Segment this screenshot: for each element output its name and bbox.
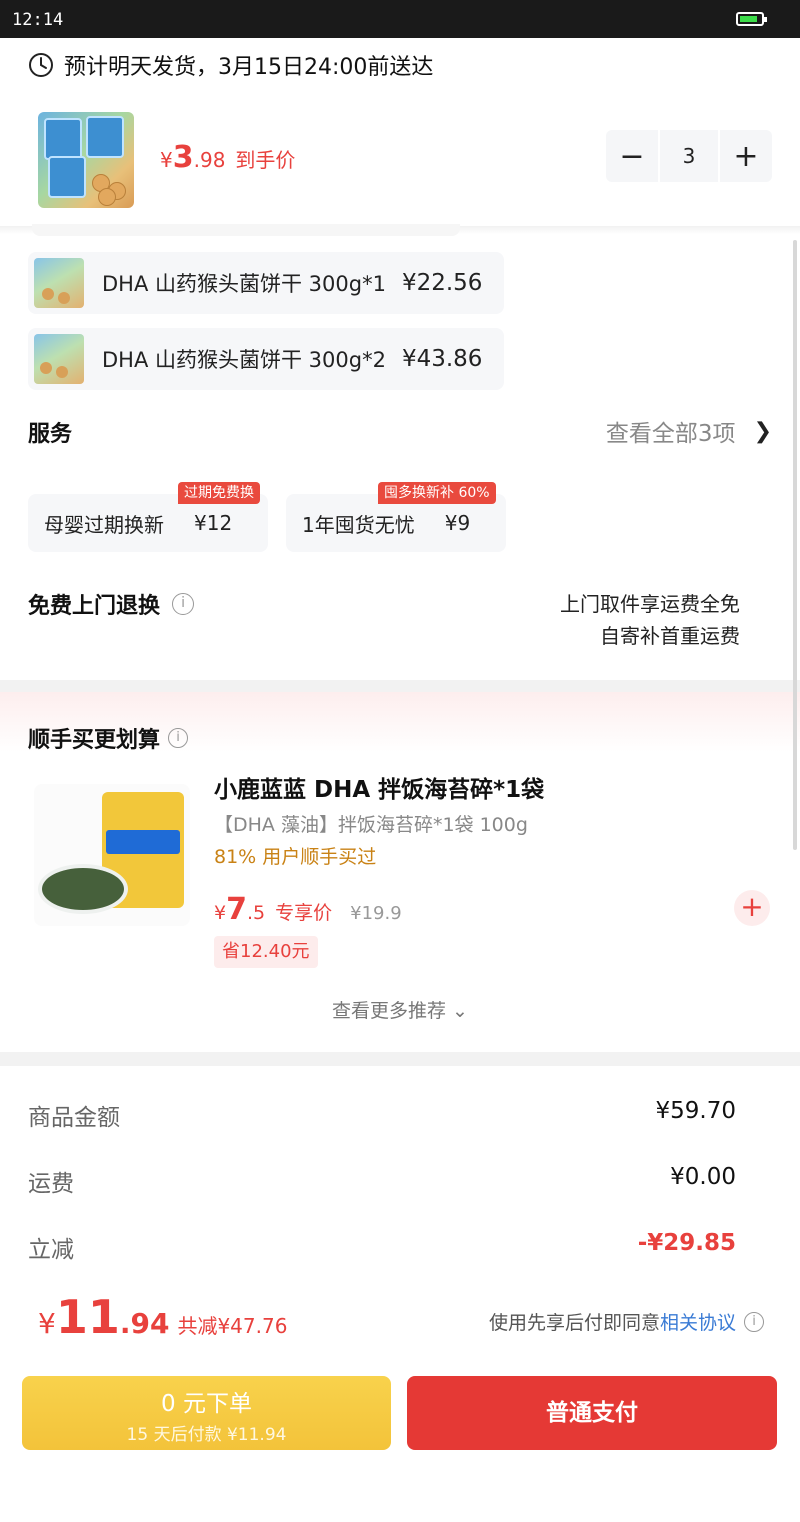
decrease-button[interactable]: − (606, 130, 658, 182)
services-title: 服务 (28, 422, 73, 447)
service-badge: 过期免费换 (178, 482, 260, 504)
bundle-thumbnail (34, 334, 84, 384)
buy-now-pay-later-button[interactable]: 0 元下单 15 天后付款 ¥11.94 (22, 1376, 391, 1450)
addon-product-name[interactable]: 小鹿蓝蓝 DHA 拌饭海苔碎*1袋 (214, 770, 544, 804)
agreement-link[interactable]: 相关协议 (660, 1308, 736, 1335)
summary-row-shipping: 运费 ¥0.00 (28, 1164, 736, 1197)
return-note-line1: 上门取件享运费全免 (560, 592, 740, 616)
bundle-option-1[interactable]: DHA 山药猴头菌饼干 300g*1 ¥22.56 (28, 252, 505, 314)
product-price: ¥ 3 .98 到手价 (160, 140, 296, 175)
battery-level (740, 16, 757, 22)
total-saved: 共减¥47.76 (177, 1314, 288, 1338)
info-icon[interactable]: i (744, 1311, 764, 1332)
addon-product-image[interactable] (34, 784, 190, 926)
addon-buy-rate: 81% 用户顺手买过 (214, 846, 377, 868)
bundle-option-2[interactable]: DHA 山药猴头菌饼干 300g*2 ¥43.86 (28, 328, 505, 390)
bnpl-sub-label: 15 天后付款 ¥11.94 (126, 1425, 287, 1445)
summary-row-discount: 立减 -¥29.85 (28, 1230, 736, 1263)
chevron-right-icon: ❯ (753, 418, 772, 444)
addon-section-title: 顺手买更划算 i (28, 722, 189, 754)
bundle-name: DHA 山药猴头菌饼干 300g*1 (102, 272, 386, 296)
bundle-price: ¥22.56 (401, 270, 483, 296)
service-price: ¥12 (194, 511, 233, 535)
service-name: 1年囤货无忧 (302, 512, 415, 537)
service-badge: 囤多换新补 60% (378, 482, 496, 504)
quantity-stepper: − 3 + (606, 130, 772, 182)
delivery-estimate: 预计明天发货，3月15日24:00前送达 (28, 50, 433, 80)
bundle-price: ¥43.86 (401, 346, 483, 372)
return-note-line2: 自寄补首重运费 (600, 624, 740, 648)
scrollbar[interactable] (793, 240, 797, 850)
addon-price: ¥ 7 .5 专享价 ¥19.9 (214, 892, 402, 927)
bundle-name: DHA 山药猴头菌饼干 300g*2 (102, 348, 386, 372)
normal-pay-button[interactable]: 普通支付 (407, 1376, 777, 1450)
quantity-value[interactable]: 3 (658, 130, 720, 182)
free-return-title: 免费上门退换 i (28, 588, 195, 620)
total-price: ¥ 11 .94 共减¥47.76 (38, 1290, 288, 1344)
add-addon-button[interactable]: + (734, 890, 770, 926)
status-time: 12:14 (12, 10, 64, 30)
service-name: 母婴过期换新 (44, 512, 164, 537)
increase-button[interactable]: + (720, 130, 772, 182)
product-thumbnail[interactable] (38, 112, 134, 208)
info-icon[interactable]: i (172, 593, 195, 615)
savings-badge: 省12.40元 (214, 936, 318, 968)
addon-product-spec: 【DHA 藻油】拌饭海苔碎*1袋 100g (214, 814, 528, 836)
exclusive-price-tag: 专享价 (275, 902, 333, 924)
bnpl-agreement: 使用先享后付即同意 相关协议 i (489, 1308, 764, 1335)
bnpl-main-label: 0 元下单 (161, 1391, 252, 1417)
battery-icon (736, 12, 767, 26)
summary-row-goods: 商品金额 ¥59.70 (28, 1098, 736, 1131)
more-recommendations-link[interactable]: 查看更多推荐 ⌄ (0, 996, 800, 1023)
price-tag: 到手价 (235, 148, 296, 172)
delivery-text: 预计明天发货，3月15日24:00前送达 (64, 55, 434, 80)
status-bar: 12:14 (0, 0, 800, 38)
original-price: ¥19.9 (350, 903, 402, 924)
info-icon[interactable]: i (168, 728, 189, 748)
bundle-thumbnail (34, 258, 84, 308)
clock-icon (29, 53, 53, 77)
view-all-services-link[interactable]: 查看全部3项 ❯ (606, 414, 772, 448)
service-price: ¥9 (444, 511, 471, 535)
